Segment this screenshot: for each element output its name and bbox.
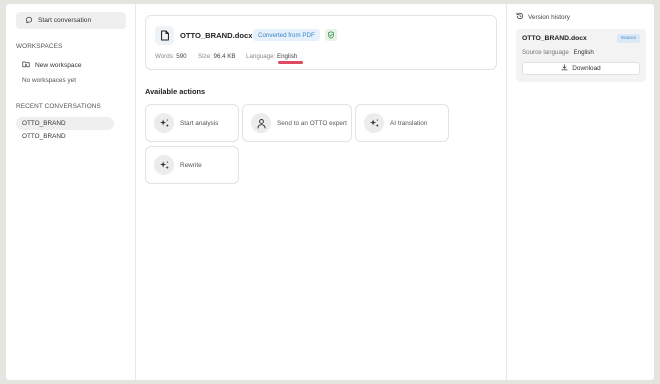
size-label: Size:	[198, 53, 212, 60]
app-window: Start conversation WORKSPACES New worksp…	[6, 4, 654, 380]
action-label: Send to an OTTO expert	[277, 119, 347, 127]
download-button[interactable]: Download	[522, 62, 640, 75]
words-value: 590	[176, 53, 187, 60]
language-value: English	[276, 53, 298, 60]
document-icon	[155, 26, 174, 45]
conversation-title: OTTO_BRAND	[22, 133, 66, 140]
source-language-label: Source language	[522, 49, 569, 56]
chat-bubble-icon	[25, 16, 33, 26]
person-icon	[251, 113, 271, 133]
workspaces-heading: WORKSPACES	[16, 43, 63, 50]
ai-translation-card[interactable]: AI translation	[355, 104, 449, 142]
conversation-item[interactable]: OTTO_BRAND	[16, 130, 114, 143]
source-badge: Source	[616, 34, 640, 43]
sparkles-icon	[364, 113, 384, 133]
conversation-item[interactable]: OTTO_BRAND	[16, 117, 114, 130]
send-to-expert-card[interactable]: Send to an OTTO expert	[242, 104, 352, 142]
rewrite-card[interactable]: Rewrite	[145, 146, 239, 184]
converted-badge: Converted from PDF	[253, 29, 320, 41]
no-workspaces-text: No workspaces yet	[22, 77, 76, 84]
shield-check-icon	[325, 29, 337, 41]
word-count: Words: 590	[155, 53, 187, 60]
recent-conversations-heading: RECENT CONVERSATIONS	[16, 103, 101, 110]
history-icon	[516, 12, 524, 22]
source-language: Source language English	[522, 49, 594, 56]
start-conversation-label: Start conversation	[38, 17, 92, 24]
version-history-panel: Version history OTTO_BRAND.docx Source S…	[506, 4, 654, 380]
size-value: 96.4 KB	[213, 53, 236, 60]
source-language-value: English	[573, 49, 594, 56]
action-label: Start analysis	[180, 119, 219, 127]
available-actions-heading: Available actions	[145, 87, 206, 96]
document-language: Language: English	[246, 53, 297, 60]
file-size: Size: 96.4 KB	[198, 53, 236, 60]
start-conversation-button[interactable]: Start conversation	[16, 12, 126, 29]
version-card: OTTO_BRAND.docx Source Source language E…	[516, 29, 646, 82]
action-label: AI translation	[390, 119, 428, 127]
download-label: Download	[572, 65, 601, 72]
start-analysis-card[interactable]: Start analysis	[145, 104, 239, 142]
sidebar: Start conversation WORKSPACES New worksp…	[6, 4, 136, 380]
new-workspace-label: New workspace	[35, 61, 82, 69]
download-icon	[561, 64, 568, 73]
folder-plus-icon	[22, 60, 30, 70]
language-label: Language:	[246, 53, 276, 60]
language-highlight-mark	[278, 61, 303, 64]
version-file-name: OTTO_BRAND.docx	[522, 35, 587, 42]
sparkles-icon	[154, 155, 174, 175]
main-content: OTTO_BRAND.docx Converted from PDF Words…	[136, 4, 506, 380]
conversation-title: OTTO_BRAND	[22, 120, 66, 127]
version-history-title: Version history	[528, 13, 570, 21]
document-card: OTTO_BRAND.docx Converted from PDF Words…	[145, 15, 497, 70]
document-title: OTTO_BRAND.docx	[180, 31, 253, 40]
words-label: Words:	[155, 53, 175, 60]
sparkles-icon	[154, 113, 174, 133]
action-label: Rewrite	[180, 161, 202, 169]
version-history-header: Version history	[516, 12, 570, 22]
new-workspace-button[interactable]: New workspace	[22, 60, 82, 70]
